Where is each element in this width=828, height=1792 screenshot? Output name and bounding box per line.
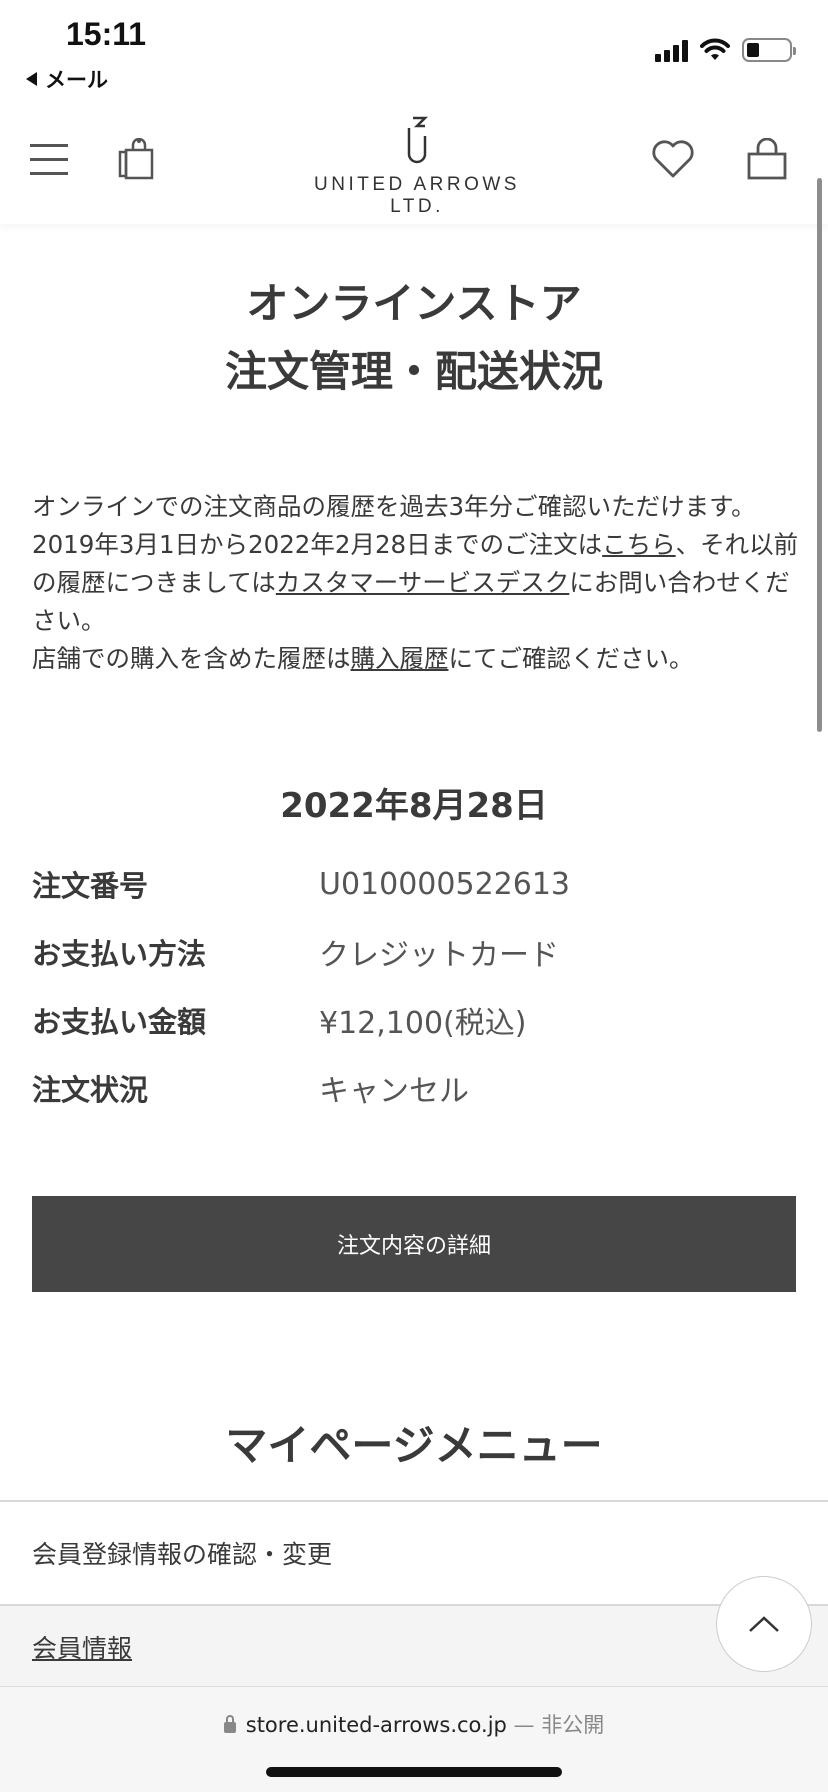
- order-date: 2022年8月28日: [280, 786, 548, 826]
- intro-paragraph-1: オンラインでの注文商品の履歴を過去3年分ご確認いただけます。: [32, 492, 756, 521]
- site-header: UNITED ARROWS LTD.: [0, 96, 828, 224]
- order-status-label: 注文状況: [32, 1073, 149, 1107]
- logo-mark-icon: [407, 116, 429, 164]
- back-app-label: メール: [45, 68, 108, 92]
- mypage-menu-title: マイページメニュー: [225, 1421, 603, 1470]
- order-row: 注文状況 キャンセル: [32, 1054, 802, 1122]
- intro-text: オンラインでの注文商品の履歴を過去3年分ご確認いただけます。 2019年3月1日…: [32, 488, 802, 678]
- menu-icon[interactable]: [30, 144, 68, 176]
- page-title-line1: オンラインストア: [246, 279, 582, 328]
- wifi-icon: [700, 38, 730, 60]
- order-row: お支払い金額 ¥12,100(税込): [32, 986, 802, 1054]
- order-number-value: U010000522613: [319, 866, 571, 902]
- customer-service-link[interactable]: カスタマーサービスデスク: [276, 568, 570, 597]
- order-detail-button[interactable]: 注文内容の詳細: [32, 1196, 796, 1292]
- cellular-signal-icon: [655, 40, 688, 62]
- back-to-top-button[interactable]: [716, 1576, 812, 1672]
- url-text: store.united-arrows.co.jp: [245, 1713, 507, 1737]
- menu-item-label: 会員登録情報の確認・変更: [32, 1540, 333, 1569]
- url-display[interactable]: store.united-arrows.co.jp — 非公開: [0, 1709, 828, 1739]
- order-row: お支払い方法 クレジットカード: [32, 918, 802, 986]
- lock-icon: [223, 1715, 236, 1733]
- intro-p2-text: 2019年3月1日から2022年2月28日までのご注文は: [32, 530, 603, 559]
- intro-paragraph-3: 店舗での購入を含めた履歴は購入履歴にてご確認ください。: [32, 640, 802, 678]
- scroll-indicator[interactable]: [817, 178, 822, 732]
- privacy-label: 非公開: [541, 1713, 605, 1737]
- home-indicator[interactable]: [266, 1767, 562, 1777]
- intro-p3-text: 店舗での購入を含めた履歴は: [32, 644, 351, 673]
- status-bar: 15:11 メール: [0, 0, 828, 96]
- browser-address-bar[interactable]: store.united-arrows.co.jp — 非公開: [0, 1686, 828, 1792]
- menu-item-member-info[interactable]: 会員情報: [0, 1604, 828, 1688]
- mypage-menu-list: 会員登録情報の確認・変更 会員情報: [0, 1500, 828, 1688]
- intro-paragraph-2: 2019年3月1日から2022年2月28日までのご注文はこちら、それ以前の履歴に…: [32, 526, 802, 640]
- status-time: 15:11: [66, 16, 147, 52]
- battery-icon: [742, 38, 796, 62]
- back-triangle-icon: [26, 72, 37, 86]
- menu-item-member-registration[interactable]: 会員登録情報の確認・変更: [0, 1500, 828, 1604]
- back-to-app-link[interactable]: メール: [26, 64, 108, 94]
- status-icons: [655, 36, 796, 62]
- heart-icon[interactable]: [650, 138, 696, 180]
- cart-icon[interactable]: [746, 138, 788, 182]
- order-number-label: 注文番号: [32, 869, 149, 903]
- site-logo[interactable]: UNITED ARROWS LTD.: [290, 114, 544, 217]
- order-summary: 注文番号 U010000522613 お支払い方法 クレジットカード お支払い金…: [32, 850, 802, 1122]
- order-row: 注文番号 U010000522613: [32, 850, 802, 918]
- page-title: オンラインストア 注文管理・配送状況: [0, 270, 828, 406]
- intro-p3-after: にてご確認ください。: [448, 644, 694, 673]
- page-title-line2: 注文管理・配送状況: [224, 347, 603, 396]
- chevron-up-icon: [749, 1616, 779, 1632]
- purchase-history-link[interactable]: 購入履歴: [351, 644, 449, 673]
- url-separator: —: [506, 1713, 542, 1737]
- shopping-bag-icon[interactable]: [116, 138, 158, 182]
- archive-orders-link[interactable]: こちら: [602, 530, 676, 559]
- menu-item-label: 会員情報: [32, 1634, 133, 1663]
- payment-method-label: お支払い方法: [32, 937, 207, 971]
- payment-amount-label: お支払い金額: [32, 1005, 207, 1039]
- order-status-value: キャンセル: [319, 1074, 469, 1109]
- logo-text: UNITED ARROWS LTD.: [314, 174, 520, 217]
- payment-amount-value: ¥12,100(税込): [319, 1006, 527, 1041]
- payment-method-value: クレジットカード: [319, 938, 559, 973]
